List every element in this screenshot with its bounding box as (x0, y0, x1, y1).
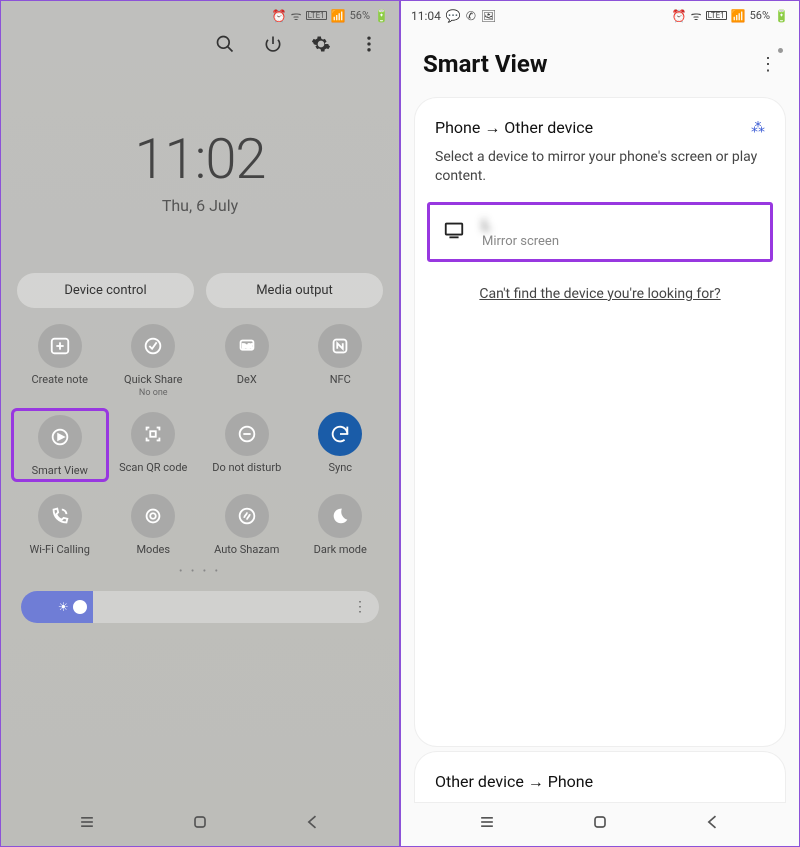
status-time: 11:04 (411, 9, 441, 23)
nav-bar (401, 802, 799, 846)
back-button[interactable] (703, 812, 723, 836)
device-sublabel: Mirror screen (482, 234, 559, 249)
battery-percent: 56% (750, 9, 770, 22)
battery-icon: 🔋 (774, 9, 789, 23)
phone-to-device-card: Phone → Other device ⁂ Select a device t… (415, 98, 785, 746)
photo-icon: 🖼 (481, 9, 496, 23)
tile-dark-mode[interactable]: Dark mode (294, 494, 388, 556)
device-row[interactable]: L Mirror screen (427, 202, 773, 262)
top-actions (1, 24, 399, 66)
alarm-icon: ⏰ (272, 9, 287, 23)
status-bar: 11:04 💬 ✆ 🖼 ⏰ ᯤ LTE1 📶 56% 🔋 (401, 1, 799, 24)
tile-dex[interactable]: DeX DeX (200, 324, 294, 398)
search-icon[interactable] (215, 34, 235, 58)
wifi-icon: ᯤ (291, 7, 302, 24)
tile-nfc[interactable]: NFC (294, 324, 388, 398)
direction-label: Other device → Phone (435, 772, 765, 792)
more-icon[interactable]: ⋮ (759, 54, 777, 75)
sun-icon: ☀ (58, 600, 69, 614)
tile-dnd[interactable]: Do not disturb (200, 412, 294, 480)
lte-indicator: LTE1 (306, 11, 327, 20)
tile-quick-share[interactable]: Quick Share No one (107, 324, 201, 398)
back-button[interactable] (303, 812, 323, 836)
brightness-more-icon[interactable]: ⋮ (353, 599, 367, 615)
tile-label: Dark mode (314, 544, 367, 556)
signal-icon: 📶 (331, 9, 346, 23)
page-dots: • • • • (1, 566, 399, 577)
power-icon[interactable] (263, 34, 283, 58)
media-output-button[interactable]: Media output (206, 273, 383, 308)
tile-scan-qr[interactable]: Scan QR code (107, 412, 201, 480)
quick-tiles: Create note Quick Share No one DeX DeX N… (13, 324, 387, 556)
nav-bar (1, 802, 399, 846)
battery-percent: 56% (350, 9, 370, 22)
clock-time: 11:02 (1, 126, 399, 192)
tile-label: Smart View (32, 465, 88, 477)
clock-date: Thu, 6 July (1, 196, 399, 215)
more-icon[interactable] (359, 34, 379, 58)
tile-sublabel: No one (139, 388, 168, 398)
tile-create-note[interactable]: Create note (13, 324, 107, 398)
tile-auto-shazam[interactable]: Auto Shazam (200, 494, 294, 556)
clock: 11:02 Thu, 6 July (1, 126, 399, 215)
help-link[interactable]: Can't find the device you're looking for… (435, 286, 765, 302)
svg-text:DeX: DeX (242, 344, 253, 350)
recents-button[interactable] (477, 812, 497, 836)
signal-icon: 📶 (731, 9, 746, 23)
chat-icon: 💬 (446, 9, 461, 23)
searching-icon: ⁂ (751, 120, 765, 136)
tile-label: Wi-Fi Calling (30, 544, 90, 556)
direction-desc: Select a device to mirror your phone's s… (435, 148, 765, 186)
smart-view-screen: 11:04 💬 ✆ 🖼 ⏰ ᯤ LTE1 📶 56% 🔋 Smart View … (400, 0, 800, 847)
status-bar: ⏰ ᯤ LTE1 📶 56% 🔋 (1, 1, 399, 24)
tile-label: DeX (237, 374, 257, 386)
home-button[interactable] (190, 812, 210, 836)
tile-label: Quick Share (124, 374, 182, 386)
tile-sync[interactable]: Sync (294, 412, 388, 480)
brightness-slider[interactable]: ☀ ⋮ (21, 591, 379, 623)
wifi-icon: ᯤ (691, 7, 702, 24)
tile-modes[interactable]: Modes (107, 494, 201, 556)
tile-label: Sync (328, 462, 352, 474)
tile-label: Create note (31, 374, 88, 386)
device-control-button[interactable]: Device control (17, 273, 194, 308)
device-to-phone-card[interactable]: Other device → Phone (415, 752, 785, 802)
tile-label: Modes (136, 544, 170, 556)
direction-label: Phone → Other device (435, 118, 593, 138)
whatsapp-icon: ✆ (466, 9, 476, 23)
gear-icon[interactable] (311, 34, 331, 58)
device-name: L (482, 215, 559, 234)
tile-label: Scan QR code (119, 462, 187, 474)
tile-label: Do not disturb (212, 462, 281, 474)
tile-label: NFC (330, 374, 351, 386)
tv-icon (440, 219, 468, 245)
tile-wifi-calling[interactable]: Wi-Fi Calling (13, 494, 107, 556)
home-button[interactable] (590, 812, 610, 836)
quick-settings-panel: ⏰ ᯤ LTE1 📶 56% 🔋 11:02 Thu, 6 July Devic… (0, 0, 400, 847)
recents-button[interactable] (77, 812, 97, 836)
lte-indicator: LTE1 (706, 11, 727, 20)
page-title: Smart View (423, 50, 548, 78)
battery-icon: 🔋 (374, 9, 389, 23)
tile-label: Auto Shazam (214, 544, 279, 556)
tile-smart-view[interactable]: Smart View (11, 408, 109, 482)
alarm-icon: ⏰ (672, 9, 687, 23)
